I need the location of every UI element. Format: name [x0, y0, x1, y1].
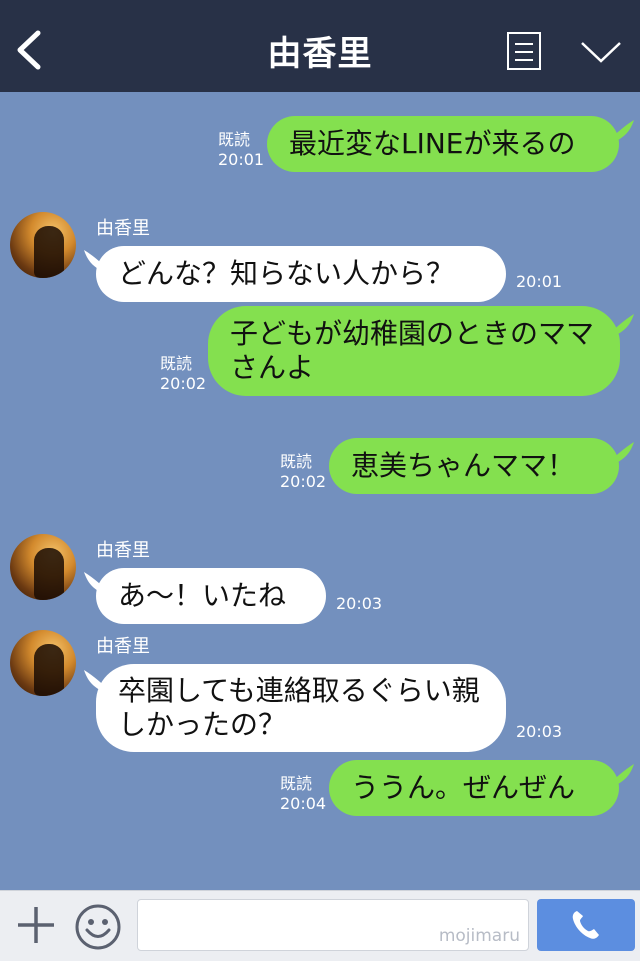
- bubble-tail: [606, 314, 634, 336]
- message-time: 20:02: [160, 374, 207, 393]
- phone-icon: [572, 911, 599, 939]
- sender-name: 由香里: [96, 636, 150, 657]
- chat-title: 由香里: [267, 34, 373, 74]
- message-time: 20:01: [516, 272, 563, 291]
- watermark-text: mojimaru: [438, 926, 520, 946]
- avatar[interactable]: [10, 212, 76, 278]
- message-time: 20:03: [516, 722, 563, 741]
- sender-name: 由香里: [96, 540, 150, 561]
- avatar[interactable]: [10, 534, 76, 600]
- message-time: 20:04: [280, 794, 327, 813]
- message-time: 20:03: [336, 594, 383, 613]
- menu-icon[interactable]: [507, 32, 541, 70]
- bubble-tail: [84, 250, 112, 272]
- message-bubble[interactable]: 恵美ちゃんママ！: [329, 438, 619, 494]
- chevron-down-icon[interactable]: [580, 40, 622, 64]
- message-bubble[interactable]: 卒園しても連絡取るぐらい親しかったの？: [96, 664, 506, 752]
- avatar[interactable]: [10, 630, 76, 696]
- read-status: 既読: [218, 130, 251, 149]
- input-bar: mojimaru: [0, 890, 640, 961]
- read-status: 既読: [280, 774, 313, 793]
- read-status: 既読: [280, 452, 313, 471]
- bubble-tail: [606, 764, 634, 786]
- bubble-tail: [606, 120, 634, 142]
- message-bubble[interactable]: ううん。ぜんぜん: [329, 760, 619, 816]
- message-time: 20:01: [218, 150, 265, 169]
- plus-icon[interactable]: [16, 905, 56, 945]
- message-list[interactable]: 既読 20:01 最近変なLINEが来るの 由香里 どんな？知らない人から？ 2…: [0, 92, 640, 890]
- smile-icon[interactable]: [74, 903, 122, 951]
- message-bubble[interactable]: 子どもが幼稚園のときのママさんよ: [208, 306, 620, 396]
- sender-name: 由香里: [96, 218, 150, 239]
- message-bubble[interactable]: どんな？知らない人から？: [96, 246, 506, 302]
- message-time: 20:02: [280, 472, 327, 491]
- message-bubble[interactable]: 最近変なLINEが来るの: [267, 116, 619, 172]
- read-status: 既読: [160, 354, 193, 373]
- call-button[interactable]: [537, 899, 635, 951]
- chat-header: 由香里: [0, 0, 640, 92]
- bubble-tail: [84, 670, 112, 692]
- message-input[interactable]: mojimaru: [137, 899, 529, 951]
- message-bubble[interactable]: あ〜！いたね: [96, 568, 326, 624]
- bubble-tail: [84, 572, 112, 594]
- bubble-tail: [606, 442, 634, 464]
